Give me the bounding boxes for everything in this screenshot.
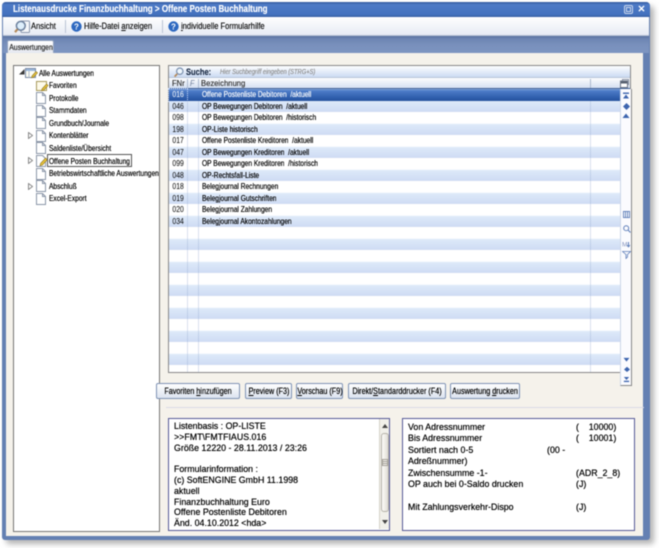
svg-text:M: M <box>622 242 627 249</box>
svg-text:?: ? <box>74 22 79 31</box>
svg-text:?: ? <box>171 22 176 31</box>
